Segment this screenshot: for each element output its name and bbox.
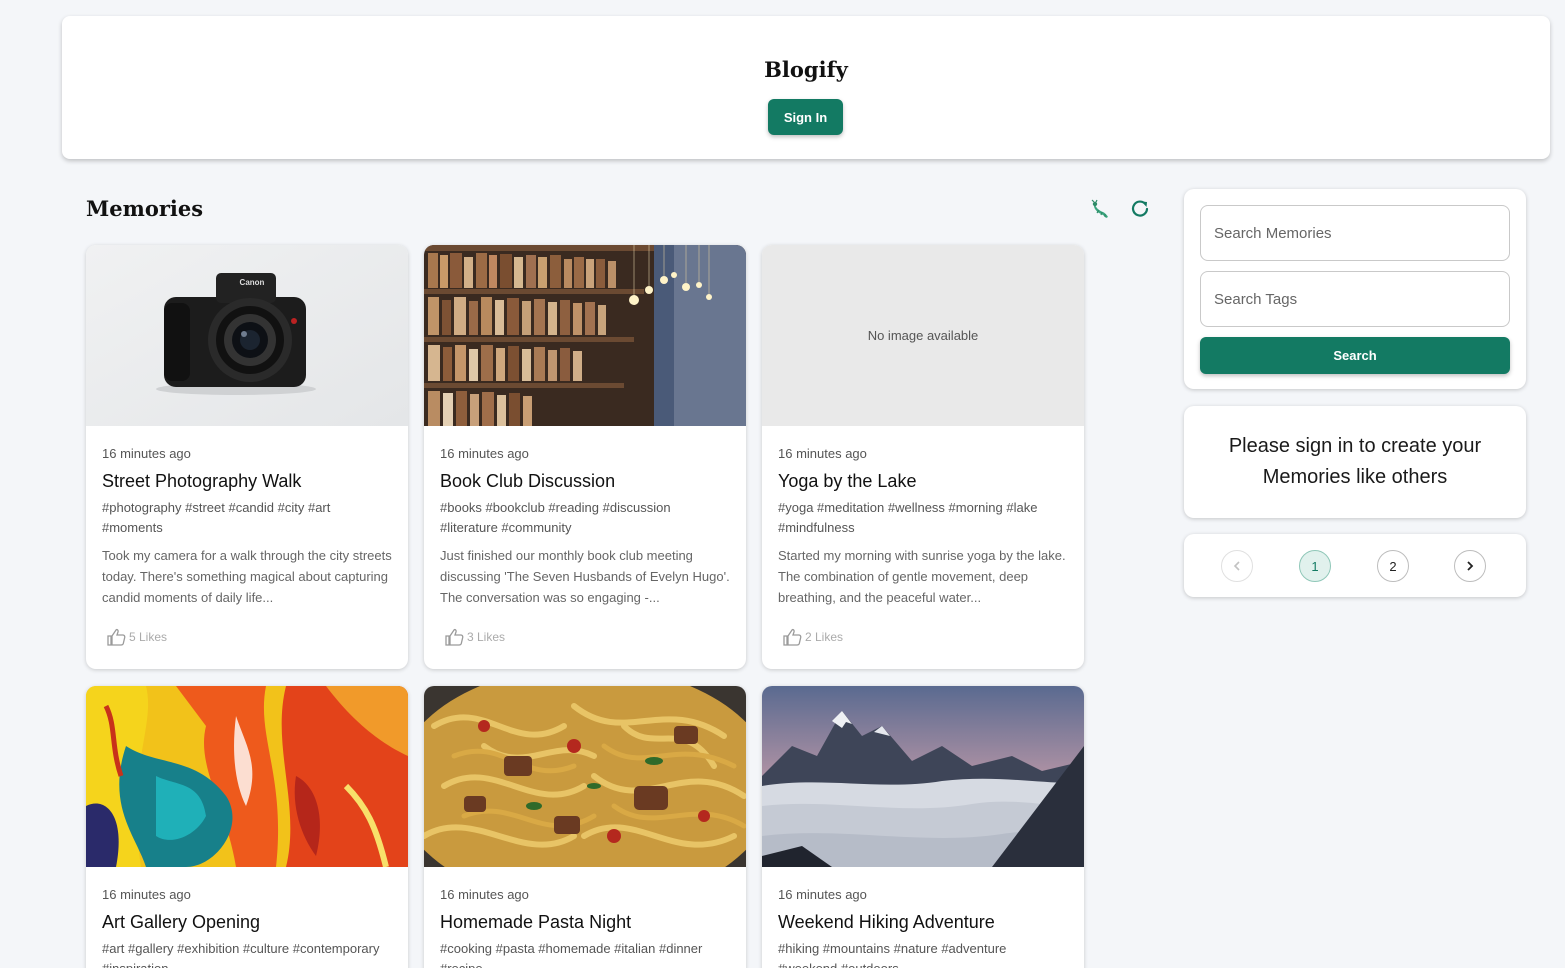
thumb-up-icon: [107, 628, 126, 646]
search-button[interactable]: Search: [1200, 337, 1510, 374]
page-button-2[interactable]: 2: [1377, 550, 1409, 582]
painting-image: [86, 686, 408, 867]
memory-card[interactable]: No image available 16 minutes ago Yoga b…: [762, 245, 1084, 669]
signin-prompt-panel: Please sign in to create your Memories l…: [1184, 406, 1526, 518]
post-title: Yoga by the Lake: [778, 471, 917, 491]
post-time: 16 minutes ago: [440, 887, 529, 902]
likes-count: 2 Likes: [805, 630, 844, 644]
post-time: 16 minutes ago: [102, 446, 191, 461]
signin-prompt-text: Please sign in to create your Memories l…: [1228, 435, 1482, 488]
memory-card[interactable]: 16 minutes ago Weekend Hiking Adventure …: [762, 686, 1084, 968]
card-image: No image available: [762, 245, 1084, 426]
post-title: Weekend Hiking Adventure: [778, 912, 995, 932]
post-tags: #yoga #meditation #wellness #morning #la…: [778, 500, 1038, 535]
refresh-icon[interactable]: [1129, 198, 1151, 220]
post-title: Street Photography Walk: [102, 471, 302, 491]
page-button-1[interactable]: 1: [1299, 550, 1331, 582]
post-message: Started my morning with sunrise yoga by …: [778, 548, 1066, 605]
page-title: Memories: [86, 196, 204, 221]
memory-card[interactable]: 16 minutes ago Homemade Pasta Night #coo…: [424, 686, 746, 968]
post-title: Art Gallery Opening: [102, 912, 261, 932]
next-page-button[interactable]: [1454, 550, 1486, 582]
thumb-up-icon: [445, 628, 464, 646]
post-message: Took my camera for a walk through the ci…: [102, 548, 392, 605]
no-image-placeholder: No image available: [762, 245, 1084, 426]
likes-count: 3 Likes: [467, 630, 506, 644]
svg-text:Canon: Canon: [240, 278, 265, 287]
chevron-right-icon: [1467, 561, 1474, 571]
app-header: Blogify Sign In: [62, 16, 1550, 159]
post-time: 16 minutes ago: [778, 446, 867, 461]
previous-page-button[interactable]: [1221, 550, 1253, 582]
chevron-left-icon: [1233, 561, 1240, 571]
post-title: Homemade Pasta Night: [440, 912, 632, 932]
thumb-up-icon: [783, 628, 802, 646]
search-tags-input[interactable]: [1200, 271, 1510, 327]
search-panel: Search: [1184, 189, 1526, 389]
library-image: [424, 245, 746, 426]
card-image: Canon: [86, 245, 408, 426]
memory-card[interactable]: 16 minutes ago Art Gallery Opening #art …: [86, 686, 408, 968]
bug-icon[interactable]: [1090, 198, 1112, 220]
post-tags: #hiking #mountains #nature #adventure #w…: [778, 941, 1007, 968]
like-button[interactable]: 5 Likes: [106, 628, 167, 646]
search-memories-input[interactable]: [1200, 205, 1510, 261]
memory-card[interactable]: Canon 16 minutes ago Street Photography …: [86, 245, 408, 669]
post-time: 16 minutes ago: [102, 887, 191, 902]
card-image: [424, 686, 746, 867]
card-image: [424, 245, 746, 426]
pagination: 1 2: [1184, 534, 1526, 597]
post-time: 16 minutes ago: [440, 446, 529, 461]
post-message: Just finished our monthly book club meet…: [440, 548, 730, 605]
like-button[interactable]: 3 Likes: [444, 628, 505, 646]
post-title: Book Club Discussion: [440, 471, 616, 491]
card-image: [86, 686, 408, 867]
post-tags: #cooking #pasta #homemade #italian #dinn…: [440, 941, 703, 968]
sign-in-button[interactable]: Sign In: [768, 99, 843, 135]
mountains-image: [762, 686, 1084, 867]
memory-card[interactable]: 16 minutes ago Book Club Discussion #boo…: [424, 245, 746, 669]
post-tags: #books #bookclub #reading #discussion #l…: [440, 500, 671, 535]
post-tags: #photography #street #candid #city #art …: [102, 500, 331, 535]
post-tags: #art #gallery #exhibition #culture #cont…: [102, 941, 380, 968]
pasta-image: [424, 686, 746, 867]
camera-image: Canon: [86, 245, 408, 426]
likes-count: 5 Likes: [129, 630, 168, 644]
app-title: Blogify: [764, 57, 848, 82]
like-button[interactable]: 2 Likes: [782, 628, 843, 646]
post-time: 16 minutes ago: [778, 887, 867, 902]
card-image: [762, 686, 1084, 867]
